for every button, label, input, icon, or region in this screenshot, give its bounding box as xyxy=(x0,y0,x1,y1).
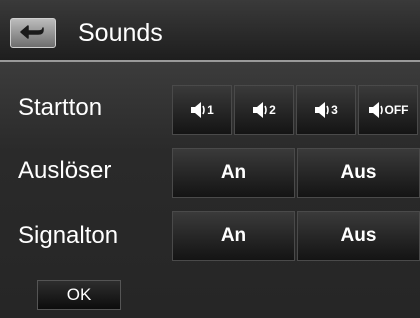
page-title: Sounds xyxy=(78,19,163,47)
startton-option-3[interactable]: 3 xyxy=(296,85,356,135)
speaker-icon xyxy=(368,102,383,118)
speaker-icon xyxy=(253,102,267,118)
signalton-label: Signalton xyxy=(18,222,119,249)
ausloeser-off-label: Aus xyxy=(340,162,377,183)
startton-option-3-label: 3 xyxy=(331,103,338,117)
speaker-icon xyxy=(191,102,205,118)
startton-option-2-label: 2 xyxy=(269,103,276,117)
ausloeser-off-button[interactable]: Aus xyxy=(297,148,420,198)
ausloeser-on-button[interactable]: An xyxy=(172,148,295,198)
speaker-icon xyxy=(315,102,329,118)
startton-option-off[interactable]: OFF xyxy=(358,85,418,135)
startton-option-2[interactable]: 2 xyxy=(234,85,294,135)
signalton-off-label: Aus xyxy=(340,225,377,246)
ausloeser-on-label: An xyxy=(220,162,247,183)
signalton-on-button[interactable]: An xyxy=(172,211,295,261)
ok-button-label: OK xyxy=(66,285,92,304)
startton-option-1-label: 1 xyxy=(207,103,214,117)
ausloeser-label: Auslöser xyxy=(18,157,112,184)
header-bar: Sounds xyxy=(0,0,420,62)
startton-option-1[interactable]: 1 xyxy=(172,85,232,135)
startton-label: Startton xyxy=(18,94,103,121)
startton-option-off-label: OFF xyxy=(384,103,409,117)
back-arrow-icon xyxy=(20,25,44,39)
ok-button[interactable]: OK xyxy=(37,280,121,310)
back-button[interactable] xyxy=(10,18,56,48)
signalton-off-button[interactable]: Aus xyxy=(297,211,420,261)
signalton-on-label: An xyxy=(220,225,247,246)
